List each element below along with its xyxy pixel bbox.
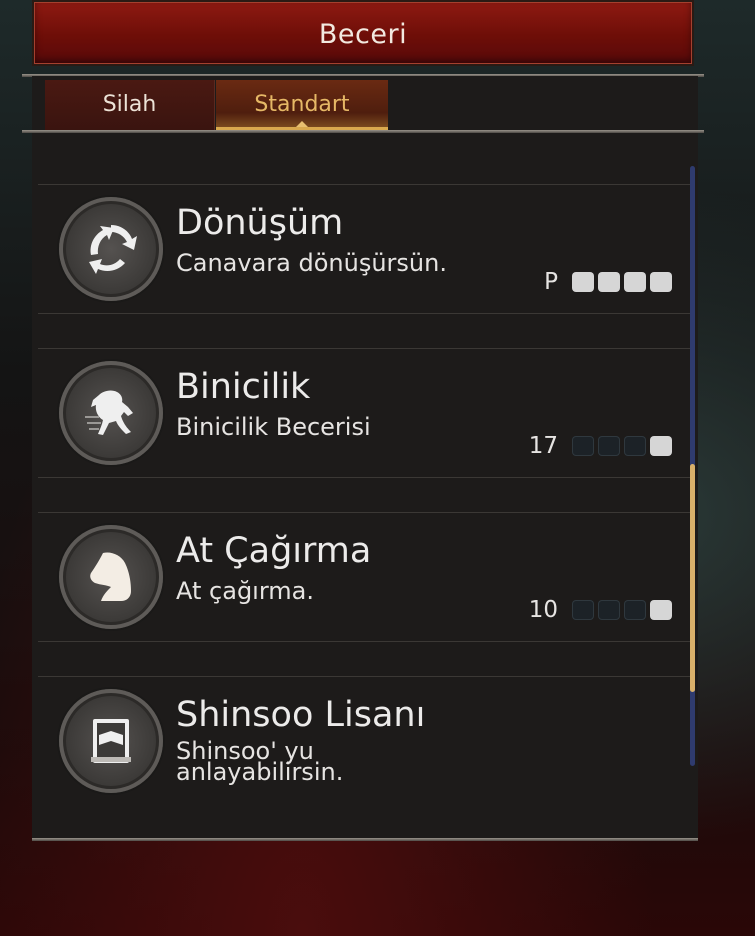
skill-level-label: 17	[528, 433, 558, 459]
skill-level: 17	[529, 433, 672, 459]
tab-standart[interactable]: Standart	[216, 80, 388, 130]
book-icon	[59, 689, 163, 793]
skill-name: Dönüşüm	[176, 203, 344, 243]
scrollbar-thumb[interactable]	[690, 464, 695, 692]
skill-level-label: 10	[528, 597, 558, 623]
frame-bottom	[32, 838, 698, 841]
level-pip	[650, 600, 672, 620]
skill-name: At Çağırma	[176, 531, 372, 571]
level-pip	[572, 272, 594, 292]
transform-icon	[59, 197, 163, 301]
level-pip	[572, 436, 594, 456]
skill-list: Dönüşüm Canavara dönüşürsün. P Binicilik…	[38, 130, 690, 838]
skill-description: Shinsoo' yu anlayabilirsin.	[176, 739, 416, 786]
tab-label: Silah	[102, 92, 157, 117]
skill-name: Shinsoo Lisanı	[176, 695, 426, 735]
skill-level-label: P	[544, 269, 558, 295]
active-tab-caret-icon	[296, 121, 308, 127]
level-pip	[624, 436, 646, 456]
skill-description: Binicilik Becerisi	[176, 413, 371, 441]
skill-level: 10	[529, 597, 672, 623]
skill-description: At çağırma.	[176, 577, 314, 605]
skill-window: Beceri Silah Standart Dönüşüm Canavara d…	[22, 0, 704, 848]
level-pip	[598, 436, 620, 456]
horse-head-icon	[59, 525, 163, 629]
level-pip	[650, 436, 672, 456]
tab-silah[interactable]: Silah	[45, 80, 215, 130]
skill-item-at-cagirma[interactable]: At Çağırma At çağırma. 10	[38, 512, 690, 642]
title-bar: Beceri	[32, 0, 694, 66]
window-title: Beceri	[318, 19, 408, 50]
level-pip	[624, 272, 646, 292]
skill-item-binicilik[interactable]: Binicilik Binicilik Becerisi 17	[38, 348, 690, 478]
level-pip	[624, 600, 646, 620]
level-pip	[598, 272, 620, 292]
horse-riding-icon	[59, 361, 163, 465]
level-pip	[598, 600, 620, 620]
level-pip	[650, 272, 672, 292]
skill-item-shinsoo-lisani[interactable]: Shinsoo Lisanı Shinsoo' yu anlayabilirsi…	[38, 676, 690, 806]
skill-description: Canavara dönüşürsün.	[176, 249, 447, 277]
level-pip	[572, 600, 594, 620]
skill-name: Binicilik	[176, 367, 311, 407]
skill-level: P	[544, 269, 672, 295]
skill-item-donusum[interactable]: Dönüşüm Canavara dönüşürsün. P	[38, 184, 690, 314]
skill-description-line: anlayabilirsin.	[176, 758, 344, 786]
tab-label: Standart	[254, 92, 350, 117]
